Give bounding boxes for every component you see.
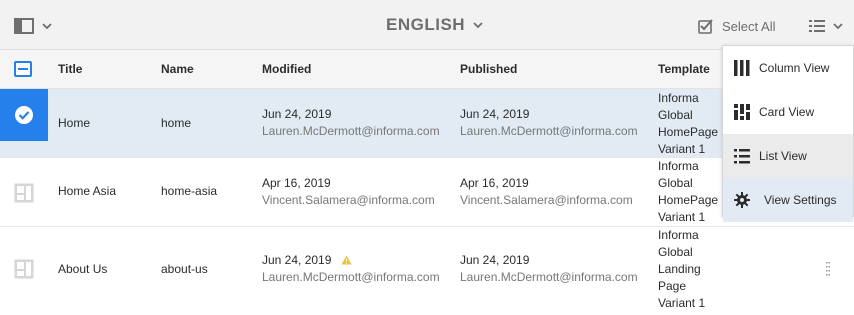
published-date: Apr 16, 2019 bbox=[460, 176, 529, 190]
menu-item-label: View Settings bbox=[764, 193, 837, 207]
chevron-down-icon bbox=[42, 23, 52, 29]
row-published: Apr 16, 2019 Vincent.Salamera@informa.co… bbox=[460, 175, 633, 209]
published-date: Jun 24, 2019 bbox=[460, 107, 530, 121]
table-row[interactable]: About Us about-us Jun 24, 2019 Lauren.Mc… bbox=[0, 227, 854, 315]
modified-by: Lauren.McDermott@informa.com bbox=[262, 270, 440, 284]
menu-item-label: Card View bbox=[759, 105, 815, 119]
drag-handle-icon[interactable] bbox=[826, 262, 830, 276]
row-name: about-us bbox=[161, 262, 208, 276]
published-by: Lauren.McDermott@informa.com bbox=[460, 124, 638, 138]
row-name: home-asia bbox=[161, 184, 218, 198]
template-line: Informa bbox=[658, 228, 699, 242]
template-line: Global bbox=[658, 108, 693, 122]
menu-item-label: List View bbox=[759, 149, 807, 163]
row-modified: Apr 16, 2019 Vincent.Salamera@informa.co… bbox=[262, 175, 435, 209]
column-header-published[interactable]: Published bbox=[460, 62, 517, 76]
menu-item-label: Column View bbox=[759, 61, 830, 75]
row-template: Informa Global HomePage Variant 1 bbox=[658, 90, 718, 158]
warning-icon bbox=[341, 255, 352, 265]
view-menu-popover: Column View Card View List View View Set… bbox=[722, 45, 854, 222]
row-published: Jun 24, 2019 Lauren.McDermott@informa.co… bbox=[460, 106, 638, 140]
row-thumbnail[interactable] bbox=[0, 227, 48, 311]
row-modified: Jun 24, 2019 Lauren.McDermott@informa.co… bbox=[262, 106, 440, 140]
modified-date: Apr 16, 2019 bbox=[262, 176, 331, 190]
template-line: Global bbox=[658, 245, 693, 259]
rail-toggle-button[interactable] bbox=[14, 15, 56, 37]
template-line: Landing bbox=[658, 262, 701, 276]
chevron-down-icon bbox=[473, 22, 483, 28]
published-by: Vincent.Salamera@informa.com bbox=[460, 193, 633, 207]
column-header-name[interactable]: Name bbox=[161, 62, 194, 76]
modified-by: Lauren.McDermott@informa.com bbox=[262, 124, 440, 138]
published-date: Jun 24, 2019 bbox=[460, 253, 530, 267]
row-title: Home Asia bbox=[58, 184, 117, 198]
modified-date: Jun 24, 2019 bbox=[262, 253, 332, 267]
page-thumbnail-icon bbox=[14, 259, 34, 279]
column-header-template[interactable]: Template bbox=[658, 62, 710, 76]
row-modified: Jun 24, 2019 Lauren.McDermott@informa.co… bbox=[262, 252, 440, 286]
list-view-icon bbox=[809, 20, 825, 32]
published-by: Lauren.McDermott@informa.com bbox=[460, 270, 638, 284]
template-line: Variant 1 bbox=[658, 210, 706, 224]
row-title: About Us bbox=[58, 262, 108, 276]
template-line: Page bbox=[658, 279, 687, 293]
template-line: Variant 1 bbox=[658, 296, 706, 310]
view-switcher-button[interactable] bbox=[809, 15, 849, 37]
row-name: home bbox=[161, 116, 192, 130]
modified-date-wrap: Jun 24, 2019 bbox=[262, 252, 440, 269]
template-line: HomePage bbox=[658, 193, 719, 207]
select-all-checkbox[interactable] bbox=[14, 61, 32, 77]
modified-by: Vincent.Salamera@informa.com bbox=[262, 193, 435, 207]
rail-icon bbox=[14, 18, 34, 34]
template-line: Informa bbox=[658, 91, 699, 105]
gear-icon bbox=[734, 192, 750, 208]
menu-item-card-view[interactable]: Card View bbox=[723, 90, 853, 134]
card-view-icon bbox=[734, 104, 750, 120]
select-all-button[interactable]: Select All bbox=[697, 15, 775, 37]
select-all-icon bbox=[698, 19, 713, 34]
template-line: Global bbox=[658, 176, 693, 190]
list-view-icon bbox=[734, 149, 750, 164]
row-selection-indicator[interactable] bbox=[0, 89, 48, 141]
page-title: ENGLISH bbox=[386, 15, 466, 34]
template-line: Informa bbox=[658, 159, 699, 173]
page-thumbnail-icon bbox=[14, 183, 34, 202]
row-template: Informa Global HomePage Variant 1 bbox=[658, 158, 718, 226]
row-thumbnail[interactable] bbox=[0, 158, 48, 227]
select-all-label: Select All bbox=[722, 18, 776, 34]
checkmark-circle-icon bbox=[15, 106, 33, 124]
menu-item-view-settings[interactable]: View Settings bbox=[723, 178, 853, 222]
language-switcher[interactable]: ENGLISH bbox=[386, 14, 483, 36]
column-header-modified[interactable]: Modified bbox=[262, 62, 311, 76]
column-header-title[interactable]: Title bbox=[58, 62, 82, 76]
action-bar: ENGLISH Select All bbox=[0, 0, 854, 50]
modified-date: Jun 24, 2019 bbox=[262, 107, 332, 121]
row-template: Informa Global Landing Page Variant 1 bbox=[658, 227, 705, 312]
template-line: HomePage bbox=[658, 125, 719, 139]
template-line: Variant 1 bbox=[658, 142, 706, 156]
row-title: Home bbox=[58, 116, 91, 130]
menu-item-list-view[interactable]: List View bbox=[723, 134, 853, 178]
column-view-icon bbox=[734, 60, 750, 76]
menu-item-column-view[interactable]: Column View bbox=[723, 46, 853, 90]
row-published: Jun 24, 2019 Lauren.McDermott@informa.co… bbox=[460, 252, 638, 286]
chevron-down-icon bbox=[833, 23, 843, 29]
